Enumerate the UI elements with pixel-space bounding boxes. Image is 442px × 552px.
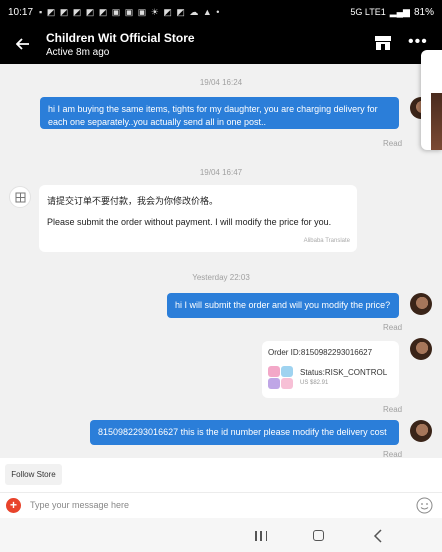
store-logo-icon bbox=[15, 192, 25, 202]
outgoing-message[interactable]: hi I am buying the same items, tights fo… bbox=[40, 97, 399, 129]
read-receipt: Read bbox=[383, 405, 403, 414]
header-titles: Children Wit Official Store Active 8m ag… bbox=[46, 31, 195, 58]
follow-bar: Follow Store bbox=[0, 458, 442, 492]
message-input[interactable] bbox=[30, 495, 402, 515]
floating-panel[interactable] bbox=[421, 50, 442, 150]
status-bar: 10:17 ▪ ◩ ◩ ◩ ◩ ◩ ▣ ▣ ▣ ☀ ◩ ◩ ☁ ▲ • 5G L… bbox=[0, 0, 442, 24]
user-avatar bbox=[410, 420, 432, 442]
recent-apps-icon[interactable] bbox=[255, 531, 267, 541]
outgoing-message[interactable]: 8150982293016627 this is the id number p… bbox=[90, 420, 399, 445]
translation-credit: Alibaba Translate bbox=[303, 238, 350, 244]
product-thumbnail bbox=[268, 366, 293, 389]
emoji-icon[interactable] bbox=[416, 497, 433, 514]
more-options-icon[interactable]: ••• bbox=[408, 33, 428, 51]
order-price: US $82.91 bbox=[300, 380, 329, 386]
timestamp: Yesterday 22:03 bbox=[192, 273, 250, 282]
follow-store-button[interactable]: Follow Store bbox=[5, 464, 62, 485]
order-id: Order ID:8150982293016627 bbox=[268, 348, 373, 357]
nav-back-icon[interactable] bbox=[372, 529, 384, 543]
user-avatar bbox=[410, 338, 432, 360]
chat-area[interactable]: 19/04 16:24 hi I am buying the same item… bbox=[0, 64, 442, 459]
chat-header: Children Wit Official Store Active 8m ag… bbox=[0, 24, 442, 64]
read-receipt: Read bbox=[383, 323, 403, 332]
user-avatar bbox=[410, 293, 432, 315]
product-image bbox=[431, 93, 442, 150]
store-name: Children Wit Official Store bbox=[46, 30, 195, 45]
read-receipt: Read bbox=[383, 139, 403, 148]
store-avatar bbox=[9, 186, 31, 208]
home-icon[interactable] bbox=[313, 530, 324, 541]
back-arrow-icon[interactable] bbox=[0, 24, 46, 64]
outgoing-message[interactable]: hi I will submit the order and will you … bbox=[167, 293, 399, 318]
order-status: Status:RISK_CONTROL bbox=[300, 368, 388, 377]
incoming-message[interactable]: 请提交订单不要付款，我会为你修改价格。 Please submit the or… bbox=[39, 185, 357, 252]
system-nav-bar bbox=[0, 518, 442, 552]
clock: 10:17 bbox=[8, 6, 34, 18]
timestamp: 19/04 16:24 bbox=[199, 78, 243, 87]
original-text: 请提交订单不要付款，我会为你修改价格。 bbox=[47, 196, 219, 206]
system-icons: 5G LTE1 ▂▄▆ 81% bbox=[350, 7, 434, 18]
notification-icons: ▪ ◩ ◩ ◩ ◩ ◩ ▣ ▣ ▣ ☀ ◩ ◩ ☁ ▲ • bbox=[39, 6, 221, 17]
active-status: Active 8m ago bbox=[46, 46, 110, 58]
message-composer: + bbox=[0, 492, 442, 518]
translated-text: Please submit the order without payment.… bbox=[47, 217, 332, 227]
add-attachment-icon[interactable]: + bbox=[6, 498, 21, 513]
store-icon[interactable] bbox=[374, 35, 392, 51]
order-card[interactable]: Order ID:8150982293016627 Status:RISK_CO… bbox=[262, 341, 399, 398]
network-indicator: 5G LTE1 bbox=[350, 7, 386, 17]
signal-icon: ▂▄▆ bbox=[389, 6, 410, 17]
timestamp: 19/04 16:47 bbox=[199, 168, 243, 177]
battery-level: 81% bbox=[413, 6, 434, 18]
